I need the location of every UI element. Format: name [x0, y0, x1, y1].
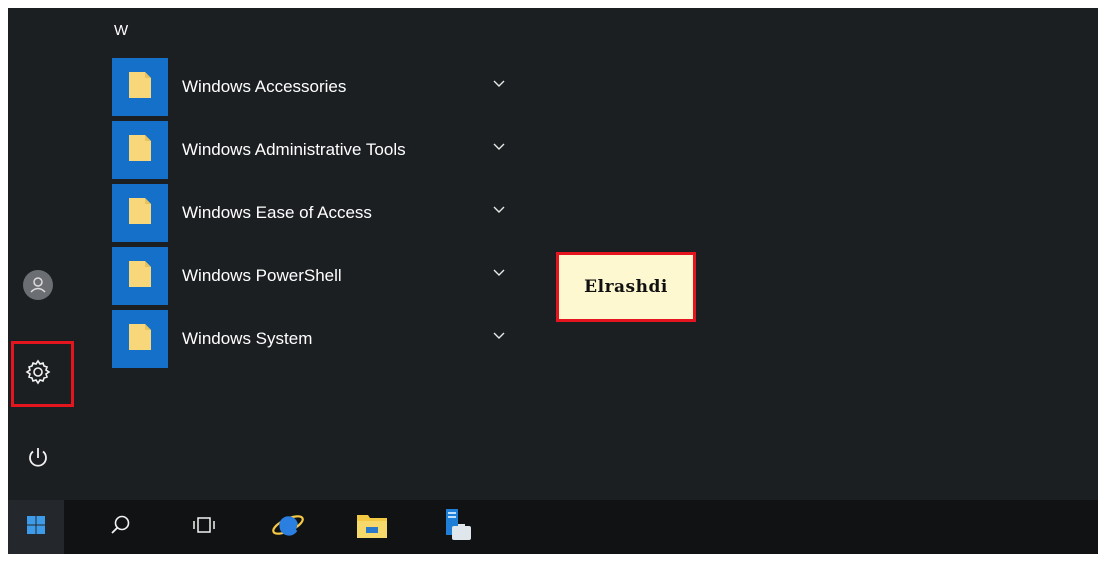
user-icon	[23, 269, 53, 305]
app-item-windows-accessories[interactable]: Windows Accessories	[112, 58, 532, 116]
app-label: Windows Ease of Access	[182, 203, 372, 222]
folder-icon	[127, 196, 153, 231]
chevron-down-icon[interactable]	[492, 328, 506, 342]
app-label: Windows Accessories	[182, 77, 347, 96]
chevron-down-icon[interactable]	[492, 139, 506, 153]
power-button[interactable]	[15, 437, 61, 483]
task-view-icon	[192, 515, 216, 540]
start-left-rail	[8, 8, 74, 500]
taskbar	[8, 500, 1098, 554]
app-tile	[112, 247, 168, 305]
file-explorer-button[interactable]	[344, 500, 400, 554]
watermark-callout: Elrashdi	[556, 252, 696, 322]
windows-start-icon	[26, 515, 46, 540]
search-button[interactable]	[92, 500, 148, 554]
server-manager-button[interactable]	[428, 500, 484, 554]
server-manager-icon	[440, 508, 472, 547]
app-item-windows-administrative-tools[interactable]: Windows Administrative Tools	[112, 121, 532, 179]
app-label: Windows System	[182, 329, 313, 348]
chevron-down-icon[interactable]	[492, 202, 506, 216]
app-item-windows-ease-of-access[interactable]: Windows Ease of Access	[112, 184, 532, 242]
watermark-text: Elrashdi	[584, 277, 668, 297]
chevron-down-icon[interactable]	[492, 265, 506, 279]
app-tile	[112, 121, 168, 179]
app-tile	[112, 58, 168, 116]
user-account-button[interactable]	[15, 264, 61, 310]
folder-icon	[127, 259, 153, 294]
start-menu-window: W Windows Accessories Windows Administra…	[8, 8, 1098, 554]
settings-highlight-box	[11, 341, 74, 407]
section-letter-header[interactable]: W	[114, 22, 128, 39]
folder-icon	[127, 133, 153, 168]
internet-explorer-button[interactable]	[260, 500, 316, 554]
task-view-button[interactable]	[176, 500, 232, 554]
internet-explorer-icon	[271, 509, 305, 546]
search-icon	[109, 514, 131, 541]
app-label: Windows Administrative Tools	[182, 140, 406, 159]
folder-icon	[127, 322, 153, 357]
app-label: Windows PowerShell	[182, 266, 342, 285]
app-tile	[112, 184, 168, 242]
power-icon	[26, 446, 50, 475]
folder-icon	[127, 70, 153, 105]
chevron-down-icon[interactable]	[492, 76, 506, 90]
file-explorer-icon	[356, 511, 388, 544]
app-tile	[112, 310, 168, 368]
app-item-windows-system[interactable]: Windows System	[112, 310, 532, 368]
app-item-windows-powershell[interactable]: Windows PowerShell	[112, 247, 532, 305]
start-button[interactable]	[8, 500, 64, 554]
